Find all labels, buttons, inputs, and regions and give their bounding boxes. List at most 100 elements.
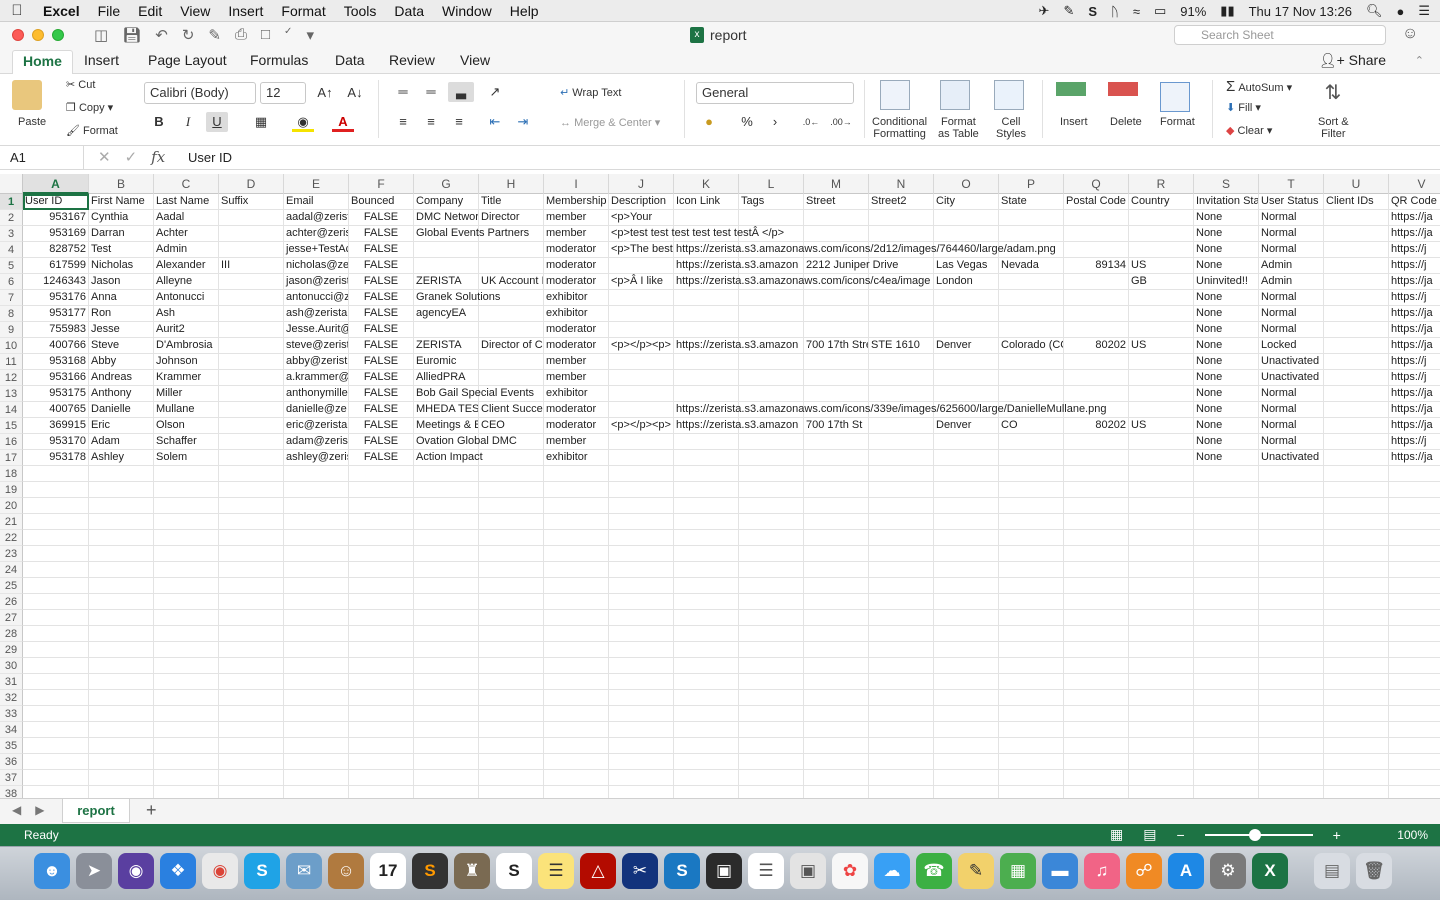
zoom-level[interactable]: 100% [1397, 828, 1428, 842]
cell-e29[interactable] [284, 642, 349, 658]
cell-t10[interactable]: Locked [1259, 338, 1324, 354]
zoom-out-icon[interactable]: − [1176, 827, 1184, 843]
cell-e20[interactable] [284, 498, 349, 514]
cell-p35[interactable] [999, 738, 1064, 754]
row-header[interactable]: 34 [0, 722, 23, 738]
cell-n8[interactable] [869, 306, 934, 322]
row-header[interactable]: 5 [0, 258, 23, 274]
increase-indent-icon[interactable]: ⇥ [512, 112, 534, 132]
cell-p37[interactable] [999, 770, 1064, 786]
cell-c38[interactable] [154, 786, 219, 798]
cell-v6[interactable]: https://ja [1389, 274, 1440, 290]
cell-i6[interactable]: moderator [544, 274, 609, 290]
cell-t17[interactable]: Unactivated [1259, 450, 1324, 466]
cell-g12[interactable]: AlliedPRA [414, 370, 479, 386]
cell-v30[interactable] [1389, 658, 1440, 674]
cell-k23[interactable] [674, 546, 739, 562]
cell-v37[interactable] [1389, 770, 1440, 786]
cell-l2[interactable] [739, 210, 804, 226]
cell-m5[interactable]: 2212 Juniper Drive [804, 258, 898, 274]
cell-j2[interactable]: <p>Your [609, 210, 674, 226]
cell-b21[interactable] [89, 514, 154, 530]
cell-d2[interactable] [219, 210, 284, 226]
cell-s20[interactable] [1194, 498, 1259, 514]
cell-j29[interactable] [609, 642, 674, 658]
skype-icon[interactable]: S [244, 853, 280, 889]
delete-cells-icon[interactable] [1108, 82, 1138, 96]
cell-d25[interactable] [219, 578, 284, 594]
cell-s9[interactable]: None [1194, 322, 1259, 338]
cell-f27[interactable] [349, 610, 414, 626]
cell-u31[interactable] [1324, 674, 1389, 690]
cell-p16[interactable] [999, 434, 1064, 450]
cell-v12[interactable]: https://j [1389, 370, 1440, 386]
cell-e4[interactable]: jesse+TestAc [284, 242, 349, 258]
cell-r35[interactable] [1129, 738, 1194, 754]
row-header[interactable]: 38 [0, 786, 23, 798]
cell-r11[interactable] [1129, 354, 1194, 370]
cell-h4[interactable] [479, 242, 544, 258]
cell-v11[interactable]: https://j [1389, 354, 1440, 370]
cell-a2[interactable]: 953167 [23, 210, 89, 226]
cell-h12[interactable] [479, 370, 544, 386]
cell-f20[interactable] [349, 498, 414, 514]
cell-u5[interactable] [1324, 258, 1389, 274]
cell-p17[interactable] [999, 450, 1064, 466]
cell-m37[interactable] [804, 770, 869, 786]
cell-q11[interactable] [1064, 354, 1129, 370]
cell-v14[interactable]: https://ja [1389, 402, 1440, 418]
cell-l26[interactable] [739, 594, 804, 610]
cell-s28[interactable] [1194, 626, 1259, 642]
cell-r1[interactable]: Country [1129, 194, 1194, 210]
cell-e6[interactable]: jason@zerist [284, 274, 349, 290]
cell-i30[interactable] [544, 658, 609, 674]
cell-g15[interactable]: Meetings & E [414, 418, 479, 434]
cell-b19[interactable] [89, 482, 154, 498]
cell-d35[interactable] [219, 738, 284, 754]
cell-d4[interactable] [219, 242, 284, 258]
cell-f11[interactable]: FALSE [349, 354, 414, 370]
cell-l31[interactable] [739, 674, 804, 690]
cell-o15[interactable]: Denver [934, 418, 999, 434]
row-header[interactable]: 8 [0, 306, 23, 322]
cell-l12[interactable] [739, 370, 804, 386]
cell-m9[interactable] [804, 322, 869, 338]
cell-p33[interactable] [999, 706, 1064, 722]
column-header-r[interactable]: R [1129, 174, 1194, 194]
cell-e3[interactable]: achter@zeris [284, 226, 349, 242]
cell-p31[interactable] [999, 674, 1064, 690]
cell-v15[interactable]: https://ja [1389, 418, 1440, 434]
cell-m10[interactable]: 700 17th Stre [804, 338, 869, 354]
row-header[interactable]: 25 [0, 578, 23, 594]
cell-d20[interactable] [219, 498, 284, 514]
cell-styles-button[interactable]: Cell Styles [996, 116, 1026, 140]
cell-n16[interactable] [869, 434, 934, 450]
cell-l23[interactable] [739, 546, 804, 562]
cell-h32[interactable] [479, 690, 544, 706]
cell-q12[interactable] [1064, 370, 1129, 386]
format-as-table-icon[interactable] [940, 80, 970, 110]
cell-i23[interactable] [544, 546, 609, 562]
cell-h17[interactable] [479, 450, 544, 466]
notification-center-icon[interactable]: ☰ [1418, 3, 1430, 19]
cell-c20[interactable] [154, 498, 219, 514]
cell-a11[interactable]: 953168 [23, 354, 89, 370]
cell-n27[interactable] [869, 610, 934, 626]
row-header[interactable]: 18 [0, 466, 23, 482]
cell-a27[interactable] [23, 610, 89, 626]
cell-q4[interactable] [1064, 242, 1129, 258]
cell-o36[interactable] [934, 754, 999, 770]
cell-u22[interactable] [1324, 530, 1389, 546]
cell-m24[interactable] [804, 562, 869, 578]
cell-u29[interactable] [1324, 642, 1389, 658]
cell-o24[interactable] [934, 562, 999, 578]
cell-o1[interactable]: City [934, 194, 999, 210]
cell-e7[interactable]: antonucci@z [284, 290, 349, 306]
cell-g22[interactable] [414, 530, 479, 546]
cell-t35[interactable] [1259, 738, 1324, 754]
cell-l36[interactable] [739, 754, 804, 770]
cell-i37[interactable] [544, 770, 609, 786]
cell-d38[interactable] [219, 786, 284, 798]
cell-a38[interactable] [23, 786, 89, 798]
cell-u30[interactable] [1324, 658, 1389, 674]
